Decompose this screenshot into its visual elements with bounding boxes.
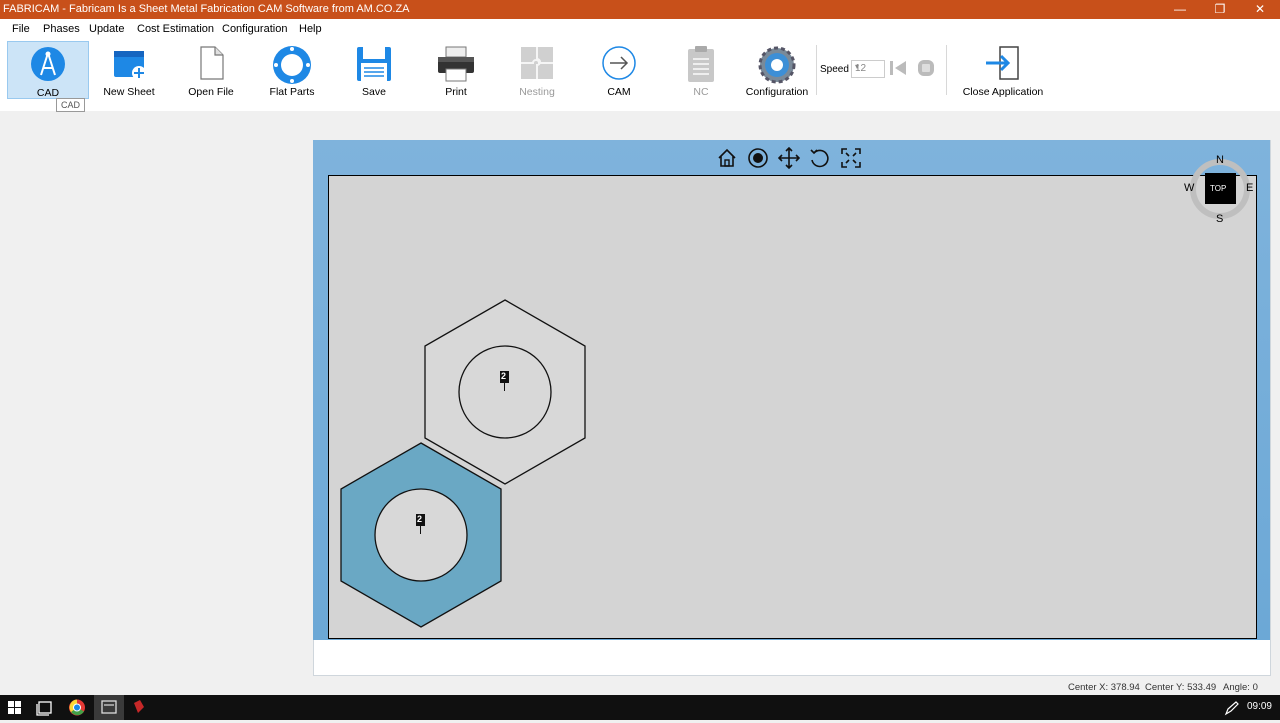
- close-application-button[interactable]: Close Application: [962, 41, 1044, 98]
- status-bar: Center X: 378.94 Center Y: 533.49 Angle:…: [0, 679, 1280, 695]
- compass-east: E: [1246, 182, 1254, 194]
- file-icon: [200, 46, 224, 80]
- clipboard-icon: [688, 46, 714, 82]
- toolbar: CAD New Sheet Open File Flat Parts Save …: [0, 39, 1280, 111]
- drawing-canvas[interactable]: 2 2: [328, 175, 1257, 639]
- open-file-button[interactable]: Open File: [181, 41, 241, 98]
- fabricam-app-icon[interactable]: [124, 695, 154, 720]
- pen-ink-icon[interactable]: [1224, 700, 1240, 716]
- nesting-label: Nesting: [519, 86, 555, 98]
- cad-button[interactable]: CAD: [7, 41, 89, 99]
- center-y-readout: Center Y: 533.49: [1145, 682, 1217, 693]
- nc-button[interactable]: NC: [671, 41, 731, 98]
- view-cube-face[interactable]: TOP: [1210, 184, 1226, 193]
- nc-label: NC: [693, 86, 709, 98]
- configuration-label: Configuration: [745, 86, 809, 98]
- part-hexagon[interactable]: [424, 299, 586, 485]
- view-compass[interactable]: N S W E TOP: [1184, 154, 1254, 225]
- arrow-right-circle-icon: [602, 46, 636, 80]
- minimize-button[interactable]: —: [1160, 0, 1200, 19]
- compass-west: W: [1184, 182, 1195, 194]
- new-sheet-button[interactable]: New Sheet: [99, 41, 159, 98]
- fullscreen-icon[interactable]: [840, 147, 862, 169]
- toolbar-separator: [946, 45, 947, 95]
- close-application-label: Close Application: [962, 86, 1044, 98]
- nesting-button[interactable]: Nesting: [507, 41, 567, 98]
- configuration-button[interactable]: Configuration: [744, 41, 810, 98]
- taskbar: 09:09: [0, 695, 1280, 720]
- angle-readout: Angle: 0: [1223, 682, 1258, 693]
- home-view-icon[interactable]: [716, 147, 738, 169]
- save-button[interactable]: Save: [344, 41, 404, 98]
- part-label: 2: [501, 371, 507, 381]
- exit-door-icon: [986, 46, 1019, 80]
- part-label: 2: [417, 514, 423, 524]
- flat-parts-label: Flat Parts: [269, 86, 315, 98]
- print-label: Print: [445, 86, 467, 98]
- taskbar-active-app[interactable]: [94, 695, 124, 720]
- file-explorer-icon: [101, 700, 117, 714]
- flat-parts-button[interactable]: Flat Parts: [262, 41, 322, 98]
- floppy-disk-icon: [357, 47, 391, 81]
- chrome-icon[interactable]: [62, 695, 92, 720]
- pan-move-icon[interactable]: [778, 147, 800, 169]
- gear-icon: [758, 46, 796, 84]
- menu-bar: File Phases Update Cost Estimation Confi…: [0, 19, 1280, 39]
- compass-south: S: [1216, 213, 1224, 225]
- cad-compass-icon: [31, 47, 65, 81]
- nesting-puzzle-icon: [521, 47, 553, 79]
- open-file-label: Open File: [188, 86, 234, 98]
- menu-phases[interactable]: Phases: [43, 23, 80, 35]
- save-label: Save: [362, 86, 386, 98]
- speed-label: Speed: [820, 64, 849, 75]
- stop-icon[interactable]: [916, 59, 936, 77]
- center-x-readout: Center X: 378.94: [1068, 682, 1140, 693]
- cam-button[interactable]: CAM: [589, 41, 649, 98]
- chevron-down-icon: ▾: [855, 62, 860, 71]
- compass-north: N: [1216, 154, 1224, 166]
- menu-file[interactable]: File: [12, 23, 30, 35]
- menu-update[interactable]: Update: [89, 23, 124, 35]
- restore-button[interactable]: ❐: [1200, 0, 1240, 19]
- windows-start-icon[interactable]: [0, 695, 30, 720]
- print-button[interactable]: Print: [426, 41, 486, 98]
- cam-label: CAM: [607, 86, 631, 98]
- step-back-icon[interactable]: [888, 59, 908, 77]
- window-title: FABRICAM - Fabricam Is a Sheet Metal Fab…: [3, 3, 410, 15]
- toolbar-separator: [816, 45, 817, 95]
- taskbar-clock: 09:09: [1246, 701, 1272, 712]
- rotate-icon[interactable]: [809, 147, 831, 169]
- menu-help[interactable]: Help: [299, 23, 322, 35]
- close-window-button[interactable]: ✕: [1240, 0, 1280, 19]
- menu-cost-estimation[interactable]: Cost Estimation: [137, 23, 214, 35]
- flat-parts-ring-icon: [273, 46, 311, 84]
- tooltip: CAD: [56, 98, 86, 112]
- orbit-view-icon[interactable]: [747, 147, 769, 169]
- menu-configuration[interactable]: Configuration: [222, 23, 287, 35]
- parts-drawing: [340, 299, 586, 628]
- new-sheet-label: New Sheet: [103, 86, 155, 98]
- speed-select[interactable]: 12 ▾: [851, 60, 885, 78]
- part-hexagon-selected[interactable]: [340, 442, 502, 628]
- new-sheet-icon: [114, 51, 146, 80]
- printer-icon: [438, 46, 474, 82]
- task-view-icon[interactable]: [30, 695, 60, 720]
- title-bar: FABRICAM - Fabricam Is a Sheet Metal Fab…: [0, 0, 1280, 19]
